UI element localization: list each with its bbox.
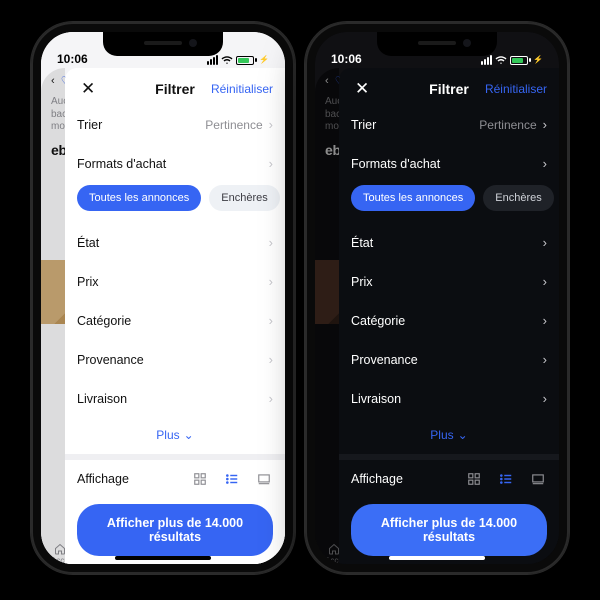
chevron-right-icon: › — [269, 391, 273, 406]
row-value: Pertinence — [205, 118, 262, 132]
row-location[interactable]: Provenance › — [65, 340, 285, 379]
row-condition[interactable]: État › — [65, 223, 285, 262]
row-category[interactable]: Catégorie › — [65, 301, 285, 340]
row-label: Livraison — [77, 392, 127, 406]
show-more-button[interactable]: Plus ⌄ — [339, 418, 559, 454]
row-label: Livraison — [351, 392, 401, 406]
row-delivery[interactable]: Livraison › — [65, 379, 285, 418]
row-label: Prix — [77, 275, 99, 289]
row-delivery[interactable]: Livraison › — [339, 379, 559, 418]
row-label: Prix — [351, 275, 373, 289]
view-large-icon[interactable] — [529, 472, 547, 486]
row-price[interactable]: Prix › — [339, 262, 559, 301]
view-grid-icon[interactable] — [191, 472, 209, 486]
chevron-right-icon: › — [543, 156, 547, 171]
iphone-device-dark: ‹ ♡ En Auc baco mon eba Accu 10:06 — [305, 22, 569, 574]
view-grid-icon[interactable] — [465, 472, 483, 486]
close-icon[interactable]: ✕ — [351, 78, 373, 99]
pill-auctions[interactable]: Enchères — [483, 185, 553, 211]
row-label: Trier — [351, 118, 376, 132]
chevron-right-icon: › — [543, 352, 547, 367]
home-indicator[interactable] — [115, 556, 211, 560]
filter-sheet: ✕ Filtrer Réinitialiser Trier Pertinence… — [339, 68, 559, 564]
row-display: Affichage — [65, 460, 285, 496]
row-value: Pertinence — [479, 118, 536, 132]
row-label: Provenance — [351, 353, 418, 367]
chevron-down-icon: ⌄ — [184, 428, 194, 442]
sheet-footer: Afficher plus de 14.000 résultats — [65, 496, 285, 564]
row-label: Affichage — [77, 472, 129, 486]
close-icon[interactable]: ✕ — [77, 78, 99, 99]
row-formats[interactable]: Formats d'achat › — [339, 144, 559, 183]
sheet-header: ✕ Filtrer Réinitialiser — [65, 68, 285, 105]
battery-icon: ⚡ — [236, 56, 269, 65]
row-label: Provenance — [77, 353, 144, 367]
notch — [103, 32, 223, 56]
row-price[interactable]: Prix › — [65, 262, 285, 301]
chevron-right-icon: › — [543, 274, 547, 289]
row-label: État — [351, 236, 373, 250]
iphone-device-light: ‹ ♡ En Auc baco mon eba Accu 10:06 — [31, 22, 295, 574]
row-formats[interactable]: Formats d'achat › — [65, 144, 285, 183]
view-list-icon[interactable] — [223, 472, 241, 486]
format-pills: Toutes les annonces Enchères Achat im — [339, 183, 559, 223]
status-indicators: ⚡ — [481, 54, 543, 66]
row-label: Formats d'achat — [77, 157, 166, 171]
pill-auctions[interactable]: Enchères — [209, 185, 279, 211]
row-display: Affichage — [339, 460, 559, 496]
chevron-right-icon: › — [269, 235, 273, 250]
show-results-button[interactable]: Afficher plus de 14.000 résultats — [77, 504, 273, 556]
reset-button[interactable]: Réinitialiser — [485, 82, 547, 96]
row-label: Catégorie — [77, 314, 131, 328]
chevron-right-icon: › — [543, 235, 547, 250]
chevron-right-icon: › — [543, 391, 547, 406]
home-indicator[interactable] — [389, 556, 485, 560]
cellular-icon — [207, 55, 218, 65]
chevron-right-icon: › — [269, 352, 273, 367]
row-location[interactable]: Provenance › — [339, 340, 559, 379]
chevron-right-icon: › — [269, 274, 273, 289]
filter-list: Trier Pertinence › Formats d'achat › Tout… — [65, 105, 285, 496]
chevron-right-icon: › — [543, 313, 547, 328]
chevron-right-icon: › — [543, 117, 547, 132]
chevron-right-icon: › — [269, 156, 273, 171]
chevron-down-icon: ⌄ — [458, 428, 468, 442]
status-time: 10:06 — [331, 52, 362, 66]
sheet-footer: Afficher plus de 14.000 résultats — [339, 496, 559, 564]
row-condition[interactable]: État › — [339, 223, 559, 262]
screen: ‹ ♡ En Auc baco mon eba Accu 10:06 — [315, 32, 559, 564]
view-list-icon[interactable] — [497, 472, 515, 486]
format-pills: Toutes les annonces Enchères Achat im — [65, 183, 285, 223]
status-time: 10:06 — [57, 52, 88, 66]
row-label: Trier — [77, 118, 102, 132]
row-label: Formats d'achat — [351, 157, 440, 171]
row-label: Catégorie — [351, 314, 405, 328]
row-label: Affichage — [351, 472, 403, 486]
sheet-header: ✕ Filtrer Réinitialiser — [339, 68, 559, 105]
row-category[interactable]: Catégorie › — [339, 301, 559, 340]
status-indicators: ⚡ — [207, 54, 269, 66]
screen: ‹ ♡ En Auc baco mon eba Accu 10:06 — [41, 32, 285, 564]
notch — [377, 32, 497, 56]
row-sort[interactable]: Trier Pertinence › — [65, 105, 285, 144]
battery-icon: ⚡ — [510, 56, 543, 65]
filter-list: Trier Pertinence › Formats d'achat › Tout… — [339, 105, 559, 496]
row-sort[interactable]: Trier Pertinence › — [339, 105, 559, 144]
cellular-icon — [481, 55, 492, 65]
filter-sheet: ✕ Filtrer Réinitialiser Trier Pertinence… — [65, 68, 285, 564]
wifi-icon — [495, 54, 507, 66]
wifi-icon — [221, 54, 233, 66]
chevron-right-icon: › — [269, 313, 273, 328]
chevron-right-icon: › — [269, 117, 273, 132]
row-label: État — [77, 236, 99, 250]
pill-all-listings[interactable]: Toutes les annonces — [77, 185, 201, 211]
pill-all-listings[interactable]: Toutes les annonces — [351, 185, 475, 211]
show-results-button[interactable]: Afficher plus de 14.000 résultats — [351, 504, 547, 556]
reset-button[interactable]: Réinitialiser — [211, 82, 273, 96]
view-large-icon[interactable] — [255, 472, 273, 486]
show-more-button[interactable]: Plus ⌄ — [65, 418, 285, 454]
